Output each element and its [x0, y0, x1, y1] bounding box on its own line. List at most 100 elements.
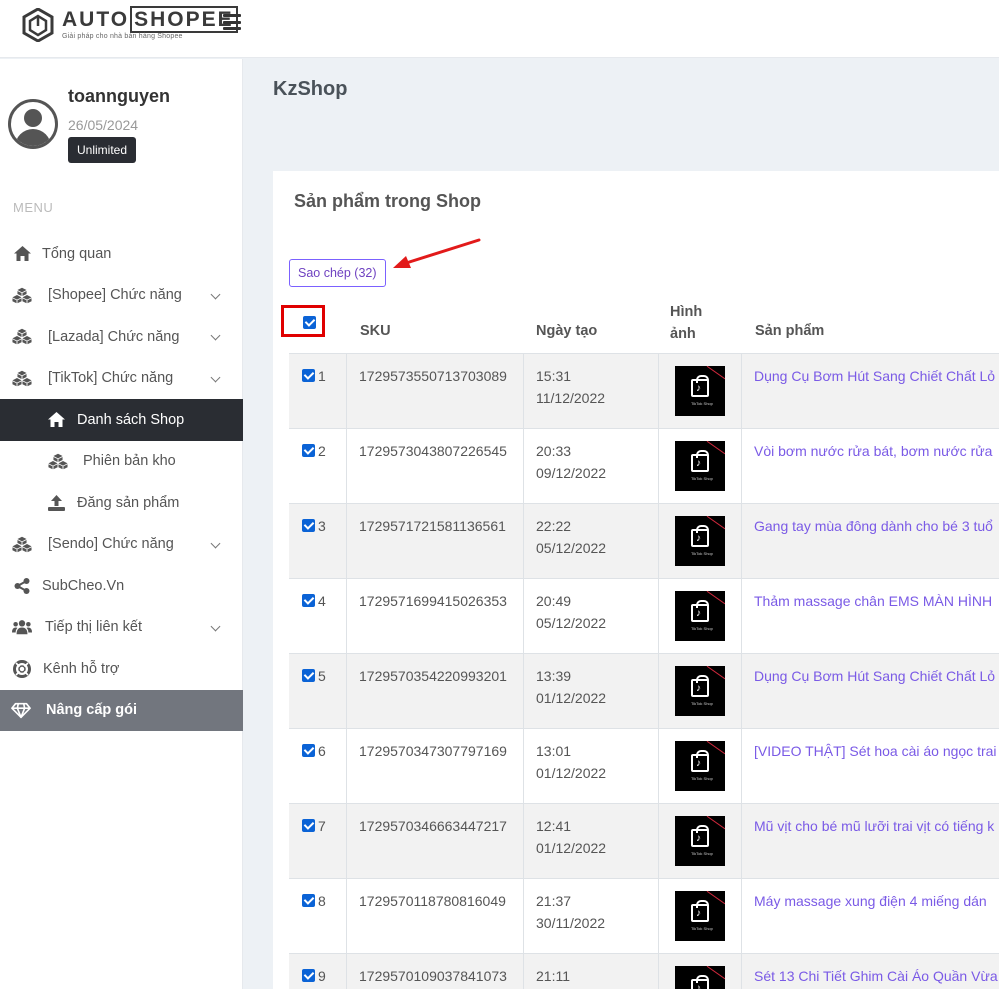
highlight-box: [281, 305, 325, 337]
product-link[interactable]: Dụng Cụ Bơm Hút Sang Chiết Chất Lỏ: [754, 368, 995, 384]
sidebar-item-label: Tổng quan: [42, 245, 112, 262]
row-number: 4: [318, 593, 326, 609]
cubes-icon: [12, 286, 32, 304]
plan-badge: Unlimited: [68, 137, 137, 163]
row-checkbox[interactable]: [302, 894, 315, 907]
logo-icon: [22, 8, 54, 42]
product-thumbnail[interactable]: ♪TikTok Shop: [675, 966, 725, 989]
users-icon: [12, 618, 32, 636]
date-cell: 15:31 11/12/2022: [536, 368, 606, 406]
table-header: SKU Ngày tạo Hình ảnh Sản phẩm: [289, 295, 999, 354]
column-header-sku[interactable]: SKU: [360, 323, 391, 339]
product-link[interactable]: Dụng Cụ Bơm Hút Sang Chiết Chất Lỏ: [754, 668, 995, 684]
column-header-product[interactable]: Sản phẩm: [755, 323, 824, 339]
sidebar-item-kenh-ho-tro[interactable]: Kênh hỗ trợ: [0, 648, 243, 690]
home-icon: [46, 411, 66, 429]
user-name: toannguyen: [68, 86, 170, 106]
sidebar-item-tong-quan[interactable]: Tổng quan: [0, 233, 243, 275]
sidebar-item-label: Phiên bản kho: [83, 453, 176, 470]
sidebar-item-label: Đăng sản phẩm: [77, 494, 180, 511]
annotation-arrow-icon: [393, 238, 481, 268]
sidebar-item-label: [Lazada] Chức năng: [48, 328, 180, 345]
sidebar-item-label: Tiếp thị liên kết: [45, 619, 142, 636]
sidebar-item-label: SubCheo.Vn: [42, 577, 125, 594]
date-cell: 13:39 01/12/2022: [536, 668, 607, 706]
row-number: 6: [318, 743, 326, 759]
product-thumbnail[interactable]: ♪TikTok Shop: [675, 891, 725, 941]
sidebar-item-danh-sach-shop[interactable]: Danh sách Shop: [0, 399, 243, 441]
table-row[interactable]: 7 1729570346663447217 12:41 01/12/2022 ♪ TikT…: [289, 804, 999, 879]
product-link[interactable]: Mũ vịt cho bé mũ lưỡi trai vịt có tiếng …: [754, 818, 994, 834]
sku-cell: 1729570354220993201: [359, 668, 507, 684]
lifebuoy-icon: [12, 659, 32, 678]
diamond-icon: [11, 701, 31, 719]
row-checkbox[interactable]: [302, 369, 315, 382]
brand-logo[interactable]: AUTO SHOPEE Giải pháp cho nhà bán hàng Sh…: [22, 6, 238, 42]
product-thumbnail[interactable]: ♪TikTok Shop: [675, 741, 725, 791]
table-row[interactable]: 8 1729570118780816049 21:37 30/11/2022 ♪ TikT…: [289, 879, 999, 954]
product-link[interactable]: Vòi bơm nước rửa bát, bơm nước rửa: [754, 443, 992, 459]
sidebar-item-sendo[interactable]: [Sendo] Chức năng: [0, 524, 243, 566]
table-row[interactable]: 2 1729573043807226545 20:33 09/12/2022 ♪ TikT…: [289, 429, 999, 504]
column-header-date[interactable]: Ngày tạo: [536, 323, 597, 339]
copy-button[interactable]: Sao chép (32): [289, 259, 386, 287]
chevron-down-icon: [210, 289, 221, 299]
sidebar-item-dang-san-pham[interactable]: Đăng sản phẩm: [0, 482, 243, 524]
products-table: SKU Ngày tạo Hình ảnh Sản phẩm 1 172957355…: [289, 295, 999, 989]
row-number: 3: [318, 518, 326, 534]
date-cell: 22:22 05/12/2022: [536, 518, 607, 556]
table-row[interactable]: 1 1729573550713703089 15:31 11/12/2022 ♪ TikT…: [289, 354, 999, 429]
sku-cell: 1729573043807226545: [359, 443, 507, 459]
row-checkbox[interactable]: [302, 744, 315, 757]
product-link[interactable]: Gang tay mùa đông dành cho bé 3 tuổ: [754, 518, 993, 534]
product-thumbnail[interactable]: ♪TikTok Shop: [675, 366, 725, 416]
cubes-icon: [12, 369, 32, 387]
sidebar-item-phien-ban-kho[interactable]: Phiên bản kho: [0, 441, 243, 483]
row-checkbox[interactable]: [302, 819, 315, 832]
avatar[interactable]: [8, 99, 58, 149]
row-checkbox[interactable]: [302, 444, 315, 457]
sku-cell: 1729571721581136561: [359, 518, 506, 534]
table-row[interactable]: 5 1729570354220993201 13:39 01/12/2022 ♪ TikT…: [289, 654, 999, 729]
product-link[interactable]: Sét 13 Chi Tiết Ghim Cài Áo Quần Vừa: [754, 968, 998, 984]
product-thumbnail[interactable]: ♪TikTok Shop: [675, 516, 725, 566]
card-title: Sản phẩm trong Shop: [294, 191, 481, 211]
table-row[interactable]: 9 1729570109037841073 21:11 ♪TikTok Shop Sét…: [289, 954, 999, 989]
sidebar-item-tiktok[interactable]: [TikTok] Chức năng: [0, 358, 243, 400]
sidebar-item-label: Nâng cấp gói: [46, 702, 138, 719]
row-checkbox[interactable]: [302, 669, 315, 682]
table-row[interactable]: 6 1729570347307797169 13:01 01/12/2022 ♪ TikT…: [289, 729, 999, 804]
product-thumbnail[interactable]: ♪TikTok Shop: [675, 816, 725, 866]
sidebar-item-lazada[interactable]: [Lazada] Chức năng: [0, 316, 243, 358]
cubes-icon: [12, 535, 32, 553]
row-checkbox[interactable]: [302, 594, 315, 607]
product-thumbnail[interactable]: ♪TikTok Shop: [675, 441, 725, 491]
row-number: 5: [318, 668, 326, 684]
product-link[interactable]: [VIDEO THẬT] Sét hoa cài áo ngọc trai: [754, 743, 997, 759]
row-checkbox[interactable]: [302, 519, 315, 532]
sidebar-item-subcheo[interactable]: SubCheo.Vn: [0, 565, 243, 607]
sidebar: toannguyen 26/05/2024 Unlimited MENU Tổn…: [0, 59, 243, 989]
row-checkbox[interactable]: [302, 969, 315, 982]
date-cell: 12:41 01/12/2022: [536, 818, 607, 856]
page-title: KzShop: [273, 78, 348, 100]
menu-title: MENU: [13, 200, 54, 215]
menu-toggle-icon[interactable]: [223, 14, 241, 30]
chevron-down-icon: [210, 538, 221, 548]
column-header-image: Hình ảnh: [670, 304, 703, 342]
sidebar-item-nang-cap-goi[interactable]: Nâng cấp gói: [0, 689, 243, 731]
table-row[interactable]: 4 1729571699415026353 20:49 05/12/2022 ♪ TikT…: [289, 579, 999, 654]
home-icon: [12, 245, 32, 263]
table-body: 1 1729573550713703089 15:31 11/12/2022 ♪ TikT…: [289, 354, 999, 989]
product-link[interactable]: Thảm massage chân EMS MÀN HÌNH: [754, 593, 992, 609]
sku-cell: 1729570109037841073: [359, 968, 507, 984]
product-link[interactable]: Máy massage xung điện 4 miếng dán: [754, 893, 987, 909]
product-thumbnail[interactable]: ♪TikTok Shop: [675, 666, 725, 716]
sku-cell: 1729570118780816049: [359, 893, 506, 909]
product-thumbnail[interactable]: ♪TikTok Shop: [675, 591, 725, 641]
table-row[interactable]: 3 1729571721581136561 22:22 05/12/2022 ♪ TikT…: [289, 504, 999, 579]
sidebar-item-tiep-thi-lien-ket[interactable]: Tiếp thị liên kết: [0, 607, 243, 649]
row-number: 2: [318, 443, 326, 459]
sidebar-item-shopee[interactable]: [Shopee] Chức năng: [0, 275, 243, 317]
sidebar-item-label: [TikTok] Chức năng: [48, 370, 174, 387]
